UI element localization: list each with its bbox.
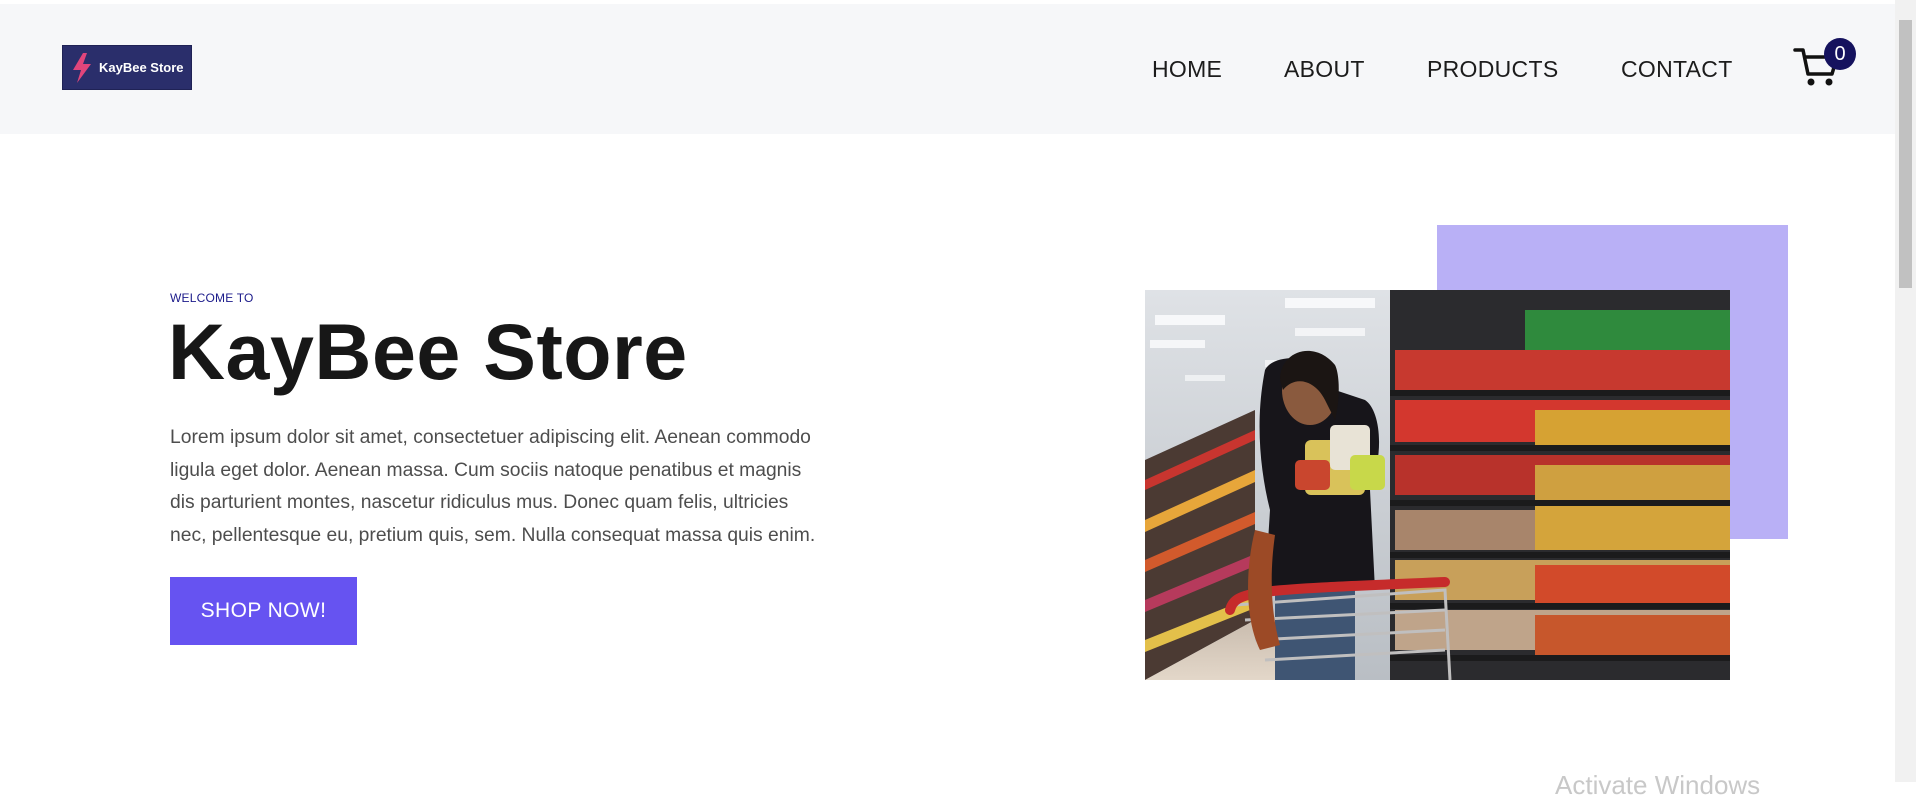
- hero-description-line: dis parturient montes, nascetur ridiculu…: [170, 492, 789, 513]
- nav-home[interactable]: HOME: [1152, 56, 1222, 83]
- hero-description-line: ligula eget dolor. Aenean massa. Cum soc…: [170, 459, 802, 481]
- nav-products[interactable]: PRODUCTS: [1427, 56, 1558, 83]
- hero-description-line: nec, pellentesque eu, pretium quis, sem.…: [170, 524, 816, 546]
- store-logo[interactable]: KayBee Store: [62, 45, 192, 90]
- logo-text: KayBee Store: [99, 60, 184, 75]
- supermarket-shopper-image: [1145, 290, 1730, 680]
- hero-title: KayBee Store: [168, 307, 688, 396]
- scrollbar-thumb[interactable]: [1899, 20, 1912, 288]
- hero-image: [1145, 290, 1730, 680]
- lightning-bolt-icon: [73, 52, 91, 83]
- activate-windows-watermark: Activate Windows: [1555, 770, 1761, 800]
- site-header: KayBee Store HOME ABOUT PRODUCTS CONTACT…: [0, 4, 1895, 134]
- cart-count-badge: 0: [1824, 38, 1856, 70]
- hero-description: Lorem ipsum dolor sit amet, consectetuer…: [170, 422, 910, 552]
- hero-eyebrow: WELCOME TO: [170, 291, 254, 305]
- nav-about[interactable]: ABOUT: [1284, 56, 1365, 83]
- hero-description-line: Lorem ipsum dolor sit amet, consectetuer…: [170, 427, 811, 448]
- shop-now-button[interactable]: SHOP NOW!: [170, 577, 357, 645]
- nav-contact[interactable]: CONTACT: [1621, 56, 1733, 83]
